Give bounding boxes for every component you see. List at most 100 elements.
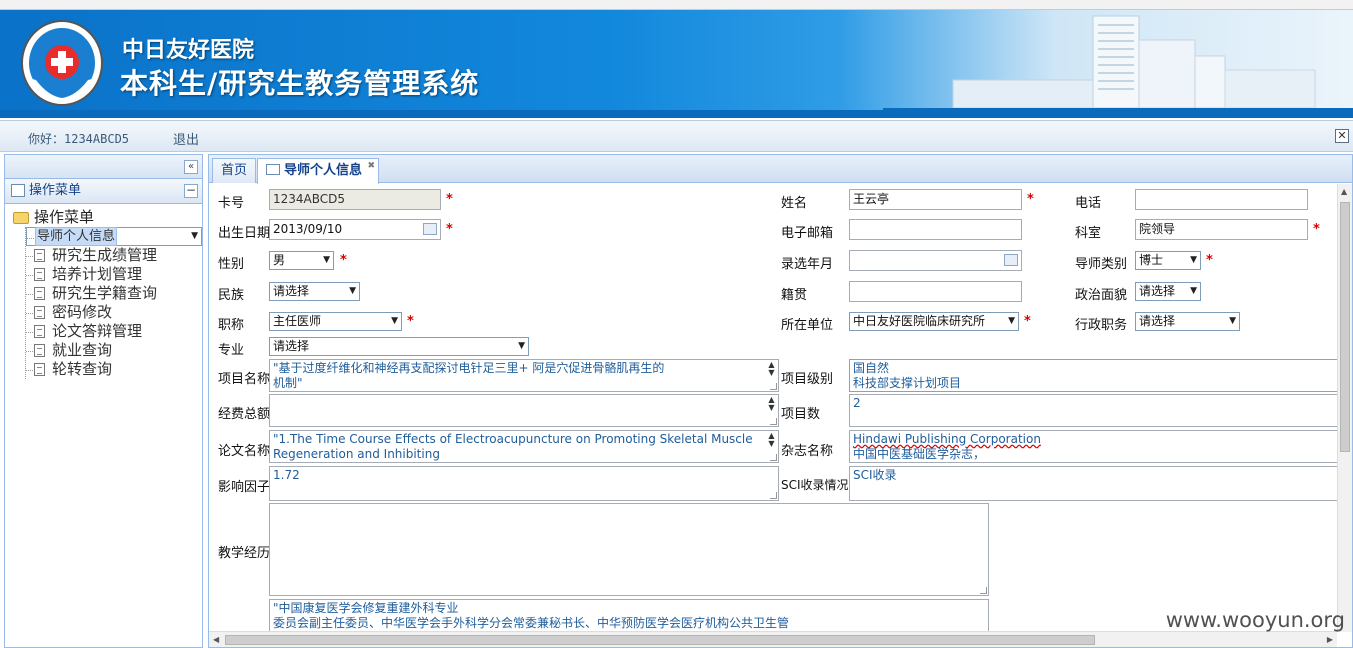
vertical-scrollbar[interactable]: ▲ xyxy=(1337,184,1352,632)
card-no-field[interactable]: 1234ABCD5 xyxy=(269,189,441,210)
politics-select[interactable]: 请选择 xyxy=(1135,282,1201,301)
sidebar-item-tutor-info[interactable]: 导师个人信息 xyxy=(26,227,202,246)
document-icon xyxy=(34,249,45,262)
project-count-value: 2 xyxy=(853,396,861,410)
resize-grip-icon[interactable] xyxy=(980,587,987,594)
impact-label: 影响因子 xyxy=(218,480,271,495)
project-level-line1: 国自然 xyxy=(853,361,890,375)
teaching-textarea[interactable] xyxy=(269,503,989,596)
phone-field[interactable] xyxy=(1135,189,1308,210)
horizontal-scroll-thumb[interactable] xyxy=(225,635,1095,645)
scroll-left-icon[interactable]: ◀ xyxy=(213,635,219,644)
birth-date-field[interactable]: 2013/09/10 xyxy=(269,219,441,240)
year-label: 录选年月 xyxy=(781,257,834,272)
politics-label: 政治面貌 xyxy=(1075,288,1128,303)
sidebar-item-grade-management[interactable]: 研究生成绩管理 xyxy=(26,246,202,265)
year-field[interactable] xyxy=(849,250,1022,271)
name-field[interactable]: 王云亭 xyxy=(849,189,1022,210)
scroll-up-icon[interactable]: ▲ xyxy=(1341,187,1347,196)
impact-textarea[interactable]: 1.72 xyxy=(269,466,779,501)
name-label: 姓名 xyxy=(781,196,808,211)
resize-grip-icon[interactable] xyxy=(770,492,777,499)
nation-select[interactable]: 请选择 xyxy=(269,282,360,301)
hospital-logo xyxy=(21,20,103,106)
social-line1: "中国康复医学会修复重建外科专业 xyxy=(273,601,459,615)
tab-close-icon[interactable]: ✖ xyxy=(367,162,375,171)
hospital-name: 中日友好医院 xyxy=(122,37,255,63)
social-line2: 委员会副主任委员、中华医学会手外科学分会常委兼秘书长、中华预防医学会医疗机构公共… xyxy=(273,616,790,630)
logout-link[interactable]: 退出 xyxy=(173,129,199,148)
birth-date-value: 2013/09/10 xyxy=(273,222,343,236)
journal-line1: Hindawi Publishing Corporation xyxy=(853,432,1041,446)
sidebar-item-label: 培养计划管理 xyxy=(52,265,143,283)
sidebar-item-student-status[interactable]: 研究生学籍查询 xyxy=(26,284,202,303)
system-name: 本科生/研究生教务管理系统 xyxy=(120,67,480,100)
resize-grip-icon[interactable] xyxy=(770,418,777,425)
paper-textarea[interactable]: "1.The Time Course Effects of Electroacu… xyxy=(269,430,779,463)
title-select[interactable]: 主任医师 xyxy=(269,312,402,331)
horizontal-scrollbar[interactable]: ◀ ▶ xyxy=(209,631,1337,647)
sci-value: SCI收录 xyxy=(853,468,897,482)
admin-post-select[interactable]: 请选择 xyxy=(1135,312,1240,331)
sci-textarea[interactable]: SCI收录 xyxy=(849,466,1337,501)
resize-grip-icon[interactable] xyxy=(770,454,777,461)
major-label: 专业 xyxy=(218,343,245,358)
impact-value: 1.72 xyxy=(273,468,300,482)
calendar-icon[interactable] xyxy=(1004,254,1018,266)
watermark: www.wooyun.org xyxy=(1165,608,1345,632)
gender-select[interactable]: 男 xyxy=(269,251,334,270)
document-icon xyxy=(34,268,45,281)
paper-line2: Regeneration and Inhibiting xyxy=(273,447,440,461)
sidebar-item-label: 就业查询 xyxy=(52,341,113,359)
tab-tutor-info[interactable]: 导师个人信息 ✖ xyxy=(257,158,380,184)
required-mark: * xyxy=(446,222,453,237)
sidebar-toolbar: « xyxy=(5,155,202,179)
scroll-right-icon[interactable]: ▶ xyxy=(1327,635,1333,644)
collapse-panel-icon[interactable]: − xyxy=(184,184,198,198)
panel-icon xyxy=(11,184,25,197)
sidebar-item-employment[interactable]: 就业查询 xyxy=(26,341,202,360)
tab-home[interactable]: 首页 xyxy=(212,158,257,183)
sidebar-item-training-plan[interactable]: 培养计划管理 xyxy=(26,265,202,284)
project-level-textarea[interactable]: 国自然 科技部支撑计划项目 xyxy=(849,359,1337,392)
hospital-building-image xyxy=(883,15,1353,118)
calendar-icon[interactable] xyxy=(423,223,437,235)
paper-label: 论文名称 xyxy=(218,444,271,459)
unit-select[interactable]: 中日友好医院临床研究所 xyxy=(849,312,1019,331)
project-name-textarea[interactable]: "基于过度纤维化和神经再支配探讨电针足三里+ 阿是穴促进骨骼肌再生的 机制" ▲… xyxy=(269,359,779,392)
card-no-label: 卡号 xyxy=(218,196,245,211)
sidebar-item-label: 研究生成绩管理 xyxy=(52,246,158,264)
sci-label: SCI收录情况 xyxy=(781,478,849,492)
teaching-label: 教学经历 xyxy=(218,546,271,561)
email-field[interactable] xyxy=(849,219,1022,240)
collapse-sidebar-icon[interactable]: « xyxy=(184,160,198,174)
sidebar-item-label: 论文答辩管理 xyxy=(52,322,143,340)
social-service-textarea[interactable]: "中国康复医学会修复重建外科专业 委员会副主任委员、中华医学会手外科学分会常委兼… xyxy=(269,599,989,632)
tree-root[interactable]: 操作菜单 xyxy=(13,208,202,227)
unit-label: 所在单位 xyxy=(781,318,834,333)
required-mark: * xyxy=(1027,192,1034,207)
required-mark: * xyxy=(1206,253,1213,268)
sidebar-item-rotation[interactable]: 轮转查询 xyxy=(26,360,202,379)
document-icon xyxy=(34,344,45,357)
sidebar-item-thesis-defense[interactable]: 论文答辩管理 xyxy=(26,322,202,341)
tab-label: 导师个人信息 xyxy=(284,163,363,178)
birth-label: 出生日期 xyxy=(218,226,271,241)
resize-grip-icon[interactable] xyxy=(770,383,777,390)
project-name-label: 项目名称 xyxy=(218,372,271,387)
project-count-textarea[interactable]: 2 xyxy=(849,394,1337,427)
dept-field[interactable]: 院领导 xyxy=(1135,219,1308,240)
sidebar-item-password[interactable]: 密码修改 xyxy=(26,303,202,322)
native-field[interactable] xyxy=(849,281,1022,302)
funding-label: 经费总额 xyxy=(218,407,271,422)
close-icon[interactable]: ✕ xyxy=(1335,129,1349,143)
funding-textarea[interactable]: ▲ ▼ xyxy=(269,394,779,427)
tutor-type-select[interactable]: 博士 xyxy=(1135,251,1201,270)
vertical-scroll-thumb[interactable] xyxy=(1340,202,1350,452)
required-mark: * xyxy=(1313,222,1320,237)
major-select[interactable]: 请选择 xyxy=(269,337,529,356)
tab-bar: 首页 导师个人信息 ✖ xyxy=(209,155,1352,184)
journal-textarea[interactable]: Hindawi Publishing Corporation 中国中医基础医学杂… xyxy=(849,430,1337,463)
project-level-label: 项目级别 xyxy=(781,372,834,387)
journal-label: 杂志名称 xyxy=(781,444,834,459)
